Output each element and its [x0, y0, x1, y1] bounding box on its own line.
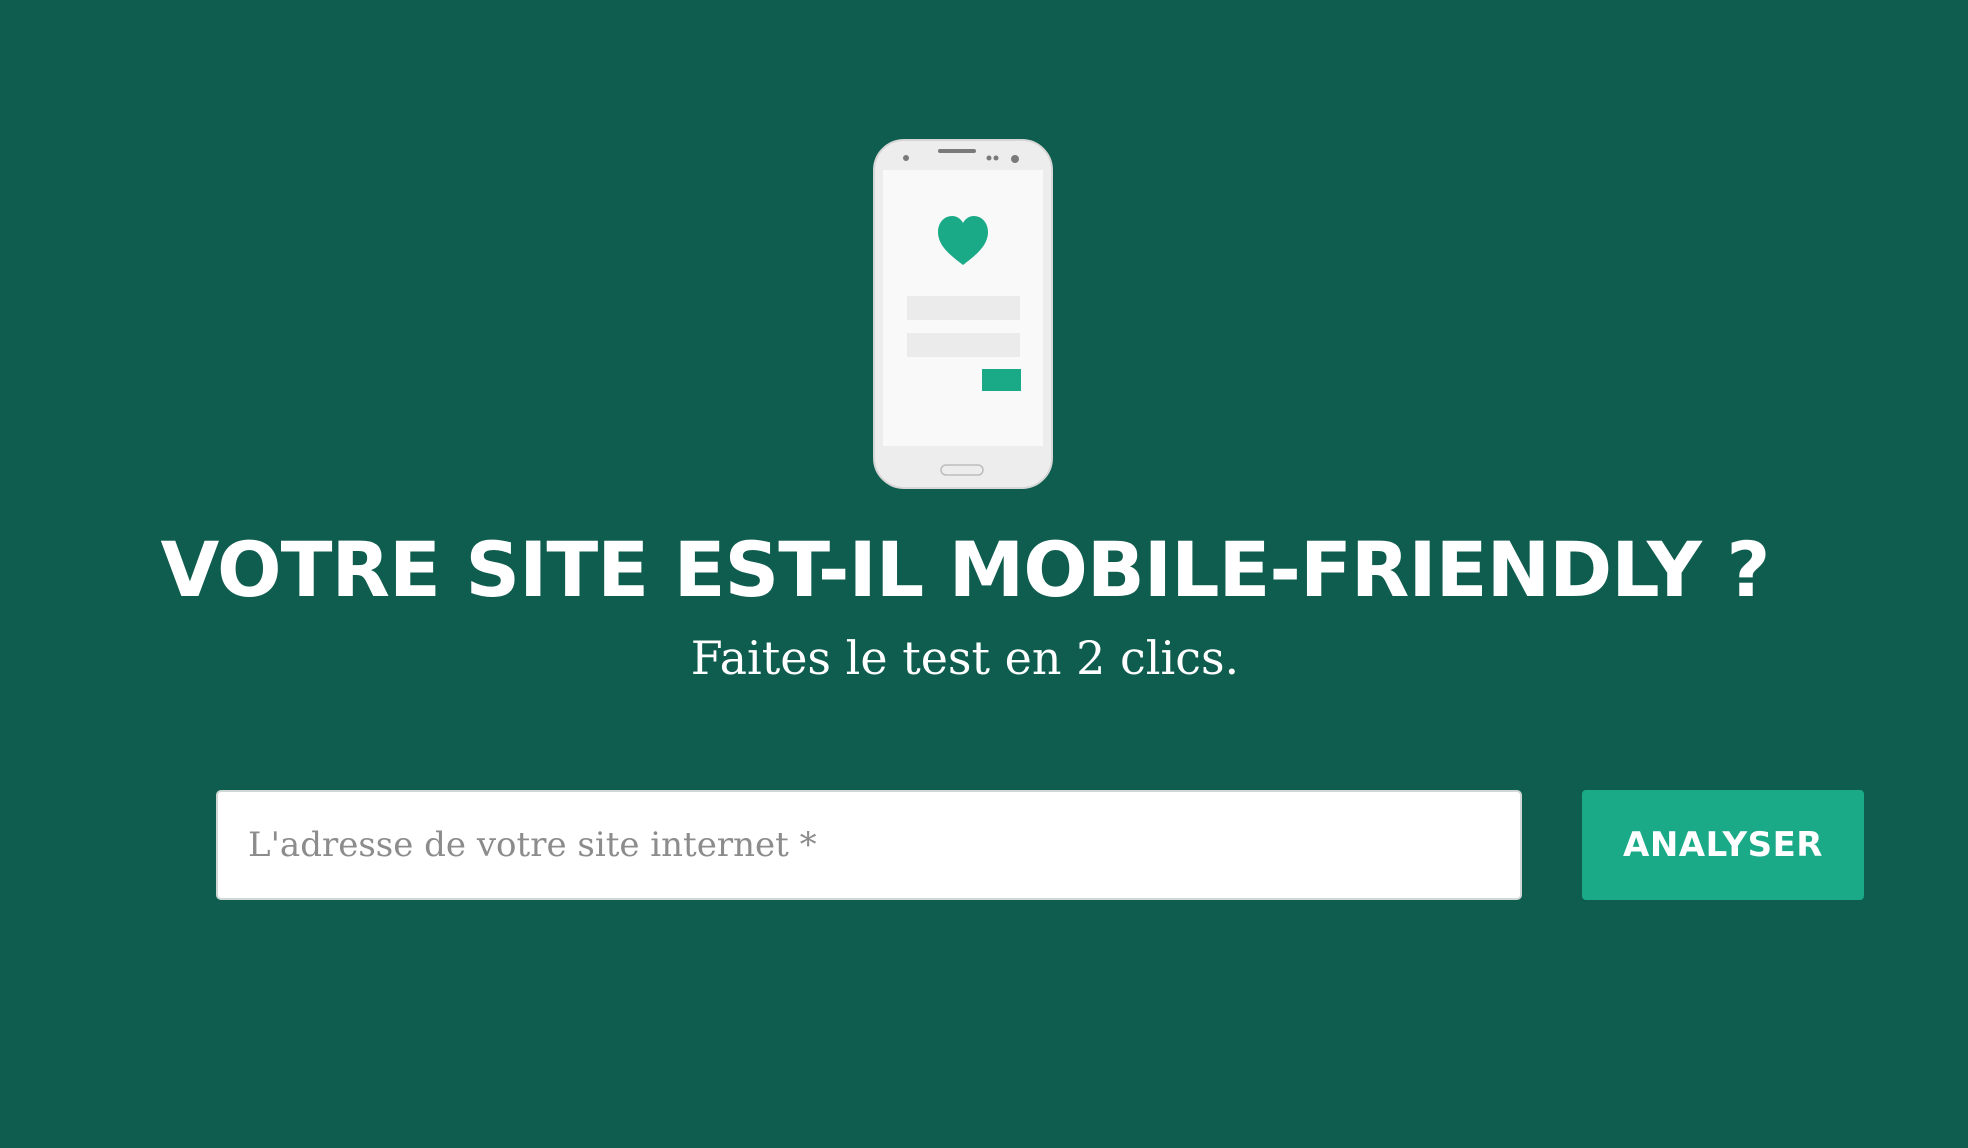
phone-front-camera	[903, 155, 909, 161]
page-subtitle: Faites le test en 2 clics.	[690, 631, 1240, 685]
analyze-button[interactable]: ANALYSER	[1582, 790, 1864, 900]
phone-sensor-dot	[1011, 155, 1019, 163]
phone-speaker	[938, 149, 976, 153]
form-button-placeholder	[982, 369, 1021, 391]
form-line-placeholder	[907, 296, 1020, 320]
phone-sensor-dot	[986, 155, 992, 161]
phone-heart-icon	[873, 139, 1053, 489]
website-url-input[interactable]	[216, 790, 1522, 900]
hero-section: VOTRE SITE EST-IL MOBILE-FRIENDLY ? Fait…	[0, 0, 1968, 1148]
form-line-placeholder	[907, 333, 1020, 357]
page-title: VOTRE SITE EST-IL MOBILE-FRIENDLY ?	[160, 525, 1771, 614]
phone-sensor-dot	[993, 155, 999, 161]
